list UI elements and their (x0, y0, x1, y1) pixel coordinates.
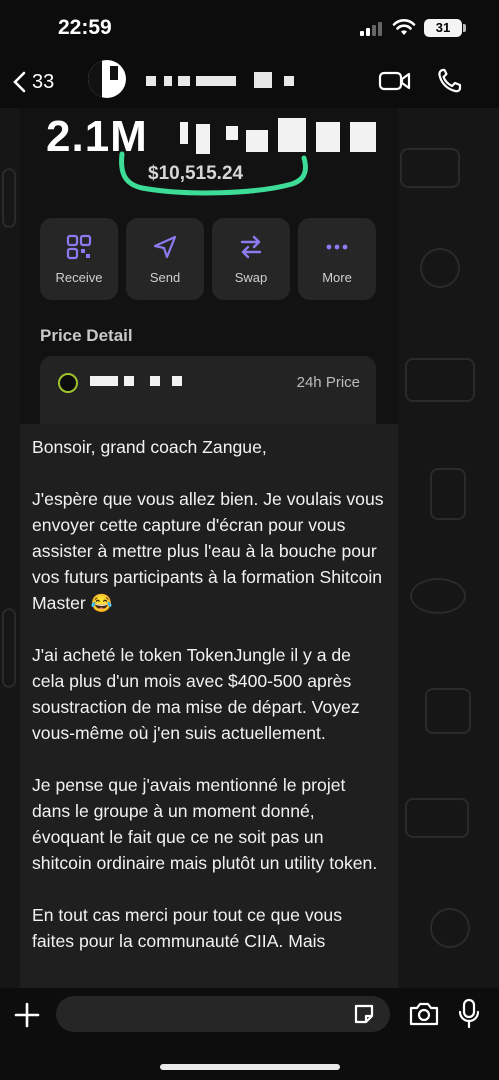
action-label: More (322, 269, 352, 285)
back-button[interactable]: 33 (12, 64, 72, 100)
chevron-left-icon (13, 71, 26, 93)
send-icon (153, 235, 177, 258)
status-time: 22:59 (58, 16, 112, 39)
plus-icon[interactable] (12, 1000, 42, 1030)
video-call-icon[interactable] (378, 66, 412, 96)
message-input[interactable] (56, 996, 390, 1032)
token-logo-icon (58, 373, 78, 393)
swap-button: Swap (212, 218, 290, 300)
chat-header: 33 (0, 58, 499, 108)
microphone-icon[interactable] (456, 998, 482, 1030)
battery-indicator: 31 (424, 19, 466, 37)
compose-bar (0, 988, 499, 1080)
highlight-underline (119, 151, 308, 196)
cellular-signal-icon (360, 22, 382, 36)
camera-icon[interactable] (408, 1000, 440, 1028)
wallet-actions: Receive Send Swap More (40, 218, 380, 302)
send-button: Send (126, 218, 204, 300)
swap-icon (240, 235, 262, 258)
action-label: Receive (55, 269, 103, 285)
unread-count: 33 (32, 70, 55, 93)
contact-avatar[interactable] (88, 60, 126, 98)
price-detail-title: Price Detail (40, 326, 133, 345)
phone-call-icon[interactable] (434, 66, 468, 96)
shared-image-wallet-screenshot[interactable]: 2.1M $10,515.24 Receive Send Swap More P… (20, 108, 398, 426)
message-text: Bonsoir, grand coach Zangue, J'espère qu… (32, 437, 384, 951)
contact-name-redacted[interactable] (142, 72, 302, 90)
wifi-icon (392, 19, 416, 35)
qr-code-icon (66, 234, 92, 259)
action-label: Swap (234, 269, 268, 285)
receive-button: Receive (40, 218, 118, 300)
message-bubble[interactable]: Bonsoir, grand coach Zangue, J'espère qu… (20, 424, 398, 994)
price-detail-card: 24h Price (40, 356, 376, 426)
price-column-label: 24h Price (296, 374, 360, 391)
sticker-icon[interactable] (352, 1002, 376, 1026)
more-button: More (298, 218, 376, 300)
home-indicator (160, 1064, 340, 1070)
more-icon (326, 244, 348, 249)
action-label: Send (149, 269, 181, 285)
status-bar: 22:59 31 (0, 0, 499, 58)
